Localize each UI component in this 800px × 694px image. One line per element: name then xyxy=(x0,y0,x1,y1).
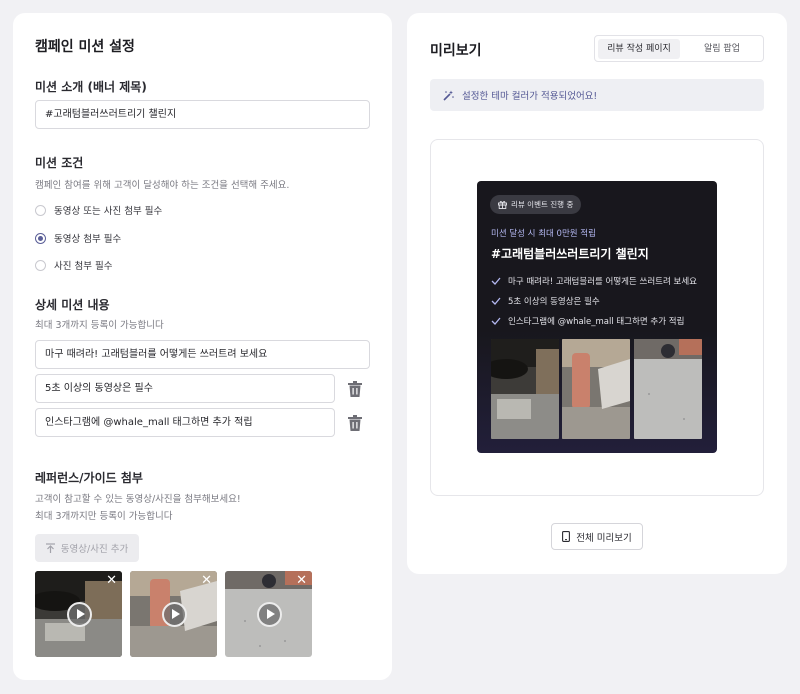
option-label: 동영상 첨부 필수 xyxy=(54,234,122,245)
close-icon[interactable]: ✕ xyxy=(106,574,117,587)
option-label: 동영상 또는 사진 첨부 필수 xyxy=(54,206,163,217)
card-mission-text: 5초 이상의 동영상은 필수 xyxy=(508,297,600,307)
event-badge-label: 리뷰 이벤트 진행 중 xyxy=(511,200,574,209)
detail-help-text: 최대 3개까지 등록이 가능합니다 xyxy=(35,320,164,331)
gift-icon xyxy=(498,201,507,209)
reference-section-label: 레퍼런스/가이드 첨부 xyxy=(35,471,143,485)
reference-help-text-1: 고객이 참고할 수 있는 동영상/사진을 첨부해보세요! xyxy=(35,494,241,505)
condition-option-video[interactable]: 동영상 첨부 필수 xyxy=(35,230,121,246)
tab-notification-popup[interactable]: 알림 팝업 xyxy=(683,39,761,59)
card-reference-image-3 xyxy=(634,339,702,439)
card-mission-item: 마구 때려라! 고래텀블러를 어떻게든 쓰러트려 보세요 xyxy=(491,275,697,287)
detail-mission-input-2[interactable]: 5초 이상의 동영상은 필수 xyxy=(35,374,335,403)
detail-mission-input-3[interactable]: 인스타그램에 @whale_mall 태그하면 추가 적립 xyxy=(35,408,335,437)
close-icon[interactable]: ✕ xyxy=(201,574,212,587)
reference-image xyxy=(491,339,559,439)
reference-help-text-2: 최대 3개까지만 등록이 가능합니다 xyxy=(35,511,173,522)
tab-review-page[interactable]: 리뷰 작성 페이지 xyxy=(598,39,680,59)
card-reference-image-1 xyxy=(491,339,559,439)
card-mission-text: 마구 때려라! 고래텀블러를 어떻게든 쓰러트려 보세요 xyxy=(508,277,697,287)
card-reference-image-2 xyxy=(562,339,630,439)
add-media-button[interactable]: 동영상/사진 추가 xyxy=(35,534,139,562)
play-icon[interactable] xyxy=(256,602,282,627)
condition-help-text: 캠페인 참여를 위해 고객이 달성해야 하는 조건을 선택해 주세요. xyxy=(35,180,290,191)
preview-panel: 미리보기 리뷰 작성 페이지 알림 팝업 설정한 테마 컬러가 적용되었어요! … xyxy=(407,13,787,574)
event-badge: 리뷰 이벤트 진행 중 xyxy=(490,195,582,214)
play-icon[interactable] xyxy=(66,602,92,627)
reference-thumbnail-1[interactable]: ✕ xyxy=(35,571,122,657)
radio-selected-icon[interactable] xyxy=(35,232,46,244)
upload-icon xyxy=(45,543,55,553)
add-media-label: 동영상/사진 추가 xyxy=(60,544,129,555)
banner-section-label: 미션 소개 (배너 제목) xyxy=(35,80,147,94)
reference-thumbnail-3[interactable]: ✕ xyxy=(225,571,312,657)
preview-tab-switch: 리뷰 작성 페이지 알림 팝업 xyxy=(594,35,764,62)
check-icon xyxy=(491,317,501,325)
panel-title: 캠페인 미션 설정 xyxy=(35,39,135,55)
card-mission-item: 5초 이상의 동영상은 필수 xyxy=(491,295,600,307)
card-mission-item: 인스타그램에 @whale_mall 태그하면 추가 적립 xyxy=(491,315,684,327)
mission-banner-card: 리뷰 이벤트 진행 중 미션 달성 시 최대 0만원 적립 #고래텀블러쓰러트리… xyxy=(477,181,717,453)
full-preview-label: 전체 미리보기 xyxy=(576,532,632,544)
radio-icon[interactable] xyxy=(35,204,46,216)
reference-image xyxy=(562,339,630,439)
full-preview-button[interactable]: 전체 미리보기 xyxy=(551,523,643,550)
condition-option-video-or-photo[interactable]: 동영상 또는 사진 첨부 필수 xyxy=(35,202,162,218)
reference-thumbnail-2[interactable]: ✕ xyxy=(130,571,217,657)
condition-section-label: 미션 조건 xyxy=(35,156,84,170)
notice-text: 설정한 테마 컬러가 적용되었어요! xyxy=(462,91,598,102)
card-subtitle: 미션 달성 시 최대 0만원 적립 xyxy=(491,229,596,239)
trash-icon[interactable] xyxy=(348,415,362,431)
theme-applied-notice: 설정한 테마 컬러가 적용되었어요! xyxy=(430,79,764,111)
reference-image xyxy=(634,339,702,439)
trash-icon[interactable] xyxy=(348,381,362,397)
detail-mission-input-1[interactable]: 마구 때려라! 고래텀블러를 어떻게든 쓰러트려 보세요 xyxy=(35,340,370,369)
mobile-icon xyxy=(562,531,571,542)
magic-wand-icon xyxy=(443,90,454,101)
detail-section-label: 상세 미션 내용 xyxy=(35,298,110,312)
preview-title: 미리보기 xyxy=(430,43,482,59)
check-icon xyxy=(491,297,501,305)
banner-title-input[interactable]: #고래텀블러쓰러트리기 챌린지 xyxy=(35,100,370,129)
card-title: #고래텀블러쓰러트리기 챌린지 xyxy=(491,247,649,261)
condition-option-photo[interactable]: 사진 첨부 필수 xyxy=(35,257,112,273)
check-icon xyxy=(491,277,501,285)
play-icon[interactable] xyxy=(161,602,187,627)
radio-icon[interactable] xyxy=(35,259,46,271)
campaign-mission-settings-panel: 캠페인 미션 설정 미션 소개 (배너 제목) #고래텀블러쓰러트리기 챌린지 … xyxy=(13,13,392,680)
card-mission-text: 인스타그램에 @whale_mall 태그하면 추가 적립 xyxy=(508,317,685,327)
option-label: 사진 첨부 필수 xyxy=(54,261,113,272)
close-icon[interactable]: ✕ xyxy=(296,574,307,587)
